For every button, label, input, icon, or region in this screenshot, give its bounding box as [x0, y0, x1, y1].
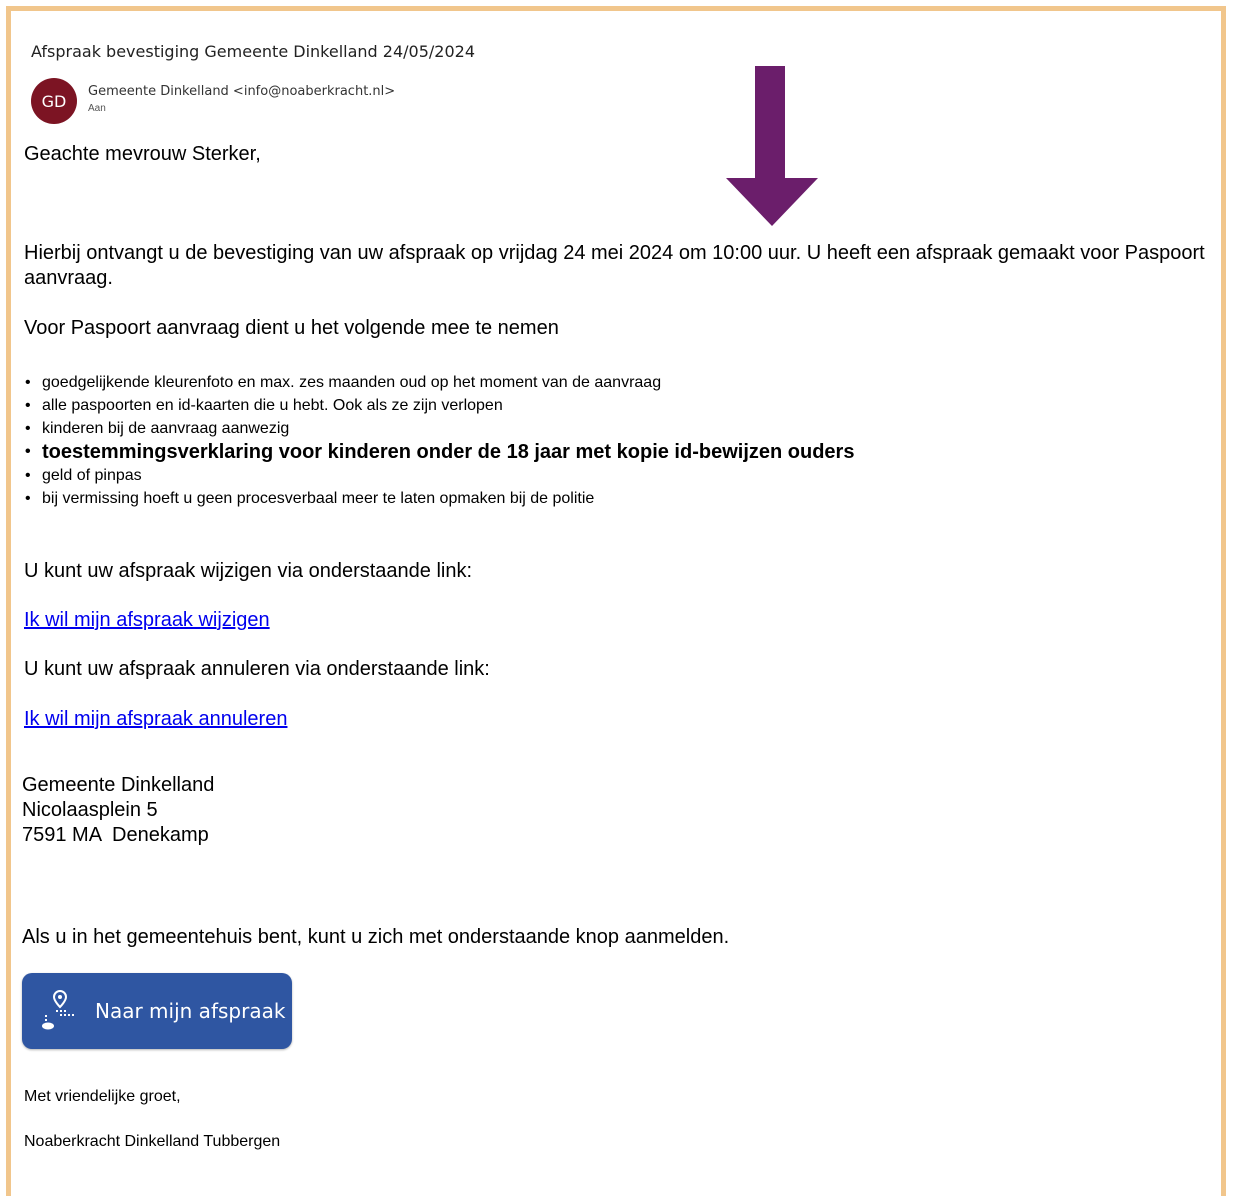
- sender-address: Gemeente Dinkelland <info@noaberkracht.n…: [88, 84, 396, 99]
- avatar: GD: [31, 78, 77, 124]
- down-arrow-annotation-icon: [726, 66, 818, 226]
- salutation: Geachte mevrouw Sterker,: [24, 143, 261, 165]
- requirements-list: goedgelijkende kleurenfoto en max. zes m…: [24, 371, 854, 510]
- list-item: goedgelijkende kleurenfoto en max. zes m…: [24, 371, 854, 394]
- change-appointment-link[interactable]: Ik wil mijn afspraak wijzigen: [24, 609, 270, 632]
- list-item: alle paspoorten en id-kaarten die u hebt…: [24, 394, 854, 417]
- change-text: U kunt uw afspraak wijzigen via ondersta…: [24, 560, 473, 582]
- list-item: bij vermissing hoeft u geen procesverbaa…: [24, 487, 854, 510]
- checkin-text: Als u in het gemeentehuis bent, kunt u z…: [22, 926, 730, 948]
- bring-intro: Voor Paspoort aanvraag dient u het volge…: [24, 317, 559, 339]
- cancel-appointment-link[interactable]: Ik wil mijn afspraak annuleren: [24, 708, 287, 731]
- list-item: geld of pinpas: [24, 464, 854, 487]
- list-item: toestemmingsverklaring voor kinderen ond…: [24, 440, 854, 464]
- go-to-appointment-button[interactable]: Naar mijn afspraak: [22, 973, 292, 1049]
- email-subject: Afspraak bevestiging Gemeente Dinkelland…: [31, 42, 475, 61]
- list-item: kinderen bij de aanvraag aanwezig: [24, 417, 854, 440]
- address-street: Nicolaasplein 5: [22, 799, 158, 821]
- recipient-label: Aan: [88, 103, 106, 114]
- button-label: Naar mijn afspraak: [95, 999, 286, 1023]
- closing: Met vriendelijke groet,: [24, 1088, 181, 1105]
- address-name: Gemeente Dinkelland: [22, 774, 215, 796]
- address-city: 7591 MA Denekamp: [22, 824, 209, 846]
- location-route-icon: [42, 989, 74, 1030]
- signature: Noaberkracht Dinkelland Tubbergen: [24, 1133, 281, 1150]
- address-block: Gemeente Dinkelland Nicolaasplein 5 7591…: [22, 773, 214, 848]
- cancel-text: U kunt uw afspraak annuleren via onderst…: [24, 658, 490, 680]
- confirmation-text: Hierbij ontvangt u de bevestiging van uw…: [24, 242, 1205, 289]
